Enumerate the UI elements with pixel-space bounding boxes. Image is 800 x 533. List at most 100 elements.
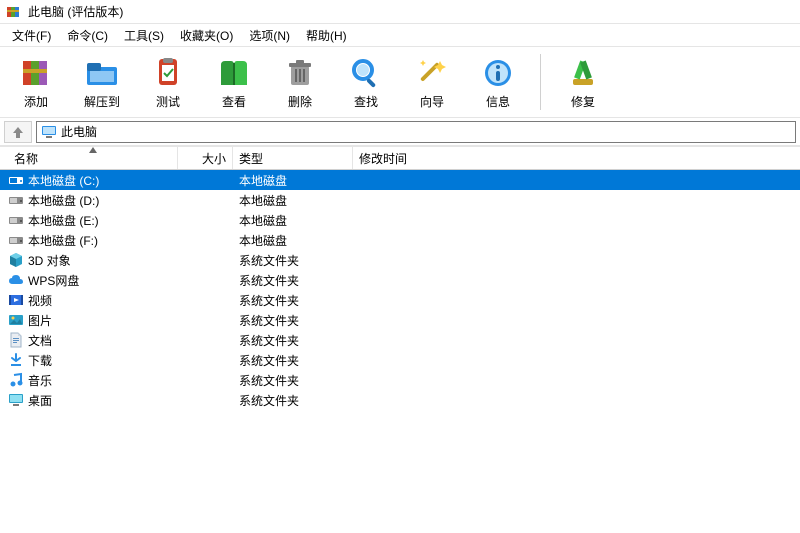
drive-icon — [8, 192, 24, 208]
winrar-app-icon — [6, 4, 22, 20]
col-size-header[interactable]: 大小 — [178, 147, 233, 169]
drive-blue-icon — [8, 172, 24, 188]
add-button[interactable]: 添加 — [12, 49, 60, 115]
list-item[interactable]: 本地磁盘 (C:) 本地磁盘 — [0, 170, 800, 190]
address-bar[interactable]: 此电脑 — [36, 121, 796, 143]
row-name: 文档 — [28, 332, 52, 349]
address-text: 此电脑 — [61, 123, 97, 140]
cloud-icon — [8, 272, 24, 288]
list-item[interactable]: 图片 系统文件夹 — [0, 310, 800, 330]
menu-options[interactable]: 选项(N) — [241, 25, 298, 46]
test-icon — [150, 55, 186, 91]
row-name: 本地磁盘 (D:) — [28, 192, 99, 209]
list-item[interactable]: 桌面 系统文件夹 — [0, 390, 800, 410]
row-name: 视频 — [28, 292, 52, 309]
list-item[interactable]: 视频系统文件夹 — [0, 290, 800, 310]
trash-icon — [282, 55, 318, 91]
col-type-label: 类型 — [239, 150, 263, 167]
up-button[interactable] — [4, 121, 32, 143]
row-type: 本地磁盘 — [233, 212, 353, 229]
wizard-label: 向导 — [420, 93, 444, 110]
row-type: 系统文件夹 — [233, 312, 353, 329]
music-icon — [8, 372, 24, 388]
list-item[interactable]: 本地磁盘 (E:) 本地磁盘 — [0, 210, 800, 230]
row-type: 系统文件夹 — [233, 372, 353, 389]
delete-button[interactable]: 删除 — [276, 49, 324, 115]
delete-label: 删除 — [288, 93, 312, 110]
extract-label: 解压到 — [84, 93, 120, 110]
info-icon — [480, 55, 516, 91]
view-label: 查看 — [222, 93, 246, 110]
list-item[interactable]: WPS网盘 系统文件夹 — [0, 270, 800, 290]
list-item[interactable]: 本地磁盘 (F:) 本地磁盘 — [0, 230, 800, 250]
row-type: 系统文件夹 — [233, 352, 353, 369]
repair-button[interactable]: 修复 — [559, 49, 607, 115]
menu-favorites[interactable]: 收藏夹(O) — [172, 25, 241, 46]
document-icon — [8, 332, 24, 348]
wizard-button[interactable]: 向导 — [408, 49, 456, 115]
extract-button[interactable]: 解压到 — [78, 49, 126, 115]
find-button[interactable]: 查找 — [342, 49, 390, 115]
menubar: 文件(F) 命令(C) 工具(S) 收藏夹(O) 选项(N) 帮助(H) — [0, 24, 800, 46]
row-name: 本地磁盘 (C:) — [28, 172, 99, 189]
info-label: 信息 — [486, 93, 510, 110]
navbar: 此电脑 — [0, 118, 800, 146]
menu-commands[interactable]: 命令(C) — [59, 25, 116, 46]
drive-icon — [8, 212, 24, 228]
window-title: 此电脑 (评估版本) — [28, 3, 123, 20]
row-name: WPS网盘 — [28, 272, 79, 289]
list-item[interactable]: 3D 对象系统文件夹 — [0, 250, 800, 270]
archive-add-icon — [18, 55, 54, 91]
info-button[interactable]: 信息 — [474, 49, 522, 115]
picture-icon — [8, 312, 24, 328]
row-type: 本地磁盘 — [233, 232, 353, 249]
wand-icon — [414, 55, 450, 91]
view-icon — [216, 55, 252, 91]
col-date-header[interactable]: 修改时间 — [353, 147, 792, 169]
arrow-up-icon — [11, 125, 25, 139]
row-type: 本地磁盘 — [233, 172, 353, 189]
row-name: 3D 对象 — [28, 252, 71, 269]
test-label: 测试 — [156, 93, 180, 110]
toolbar: 添加 解压到 测试 — [0, 46, 800, 118]
drive-icon — [8, 232, 24, 248]
row-name: 音乐 — [28, 372, 52, 389]
repair-label: 修复 — [571, 93, 595, 110]
row-type: 系统文件夹 — [233, 272, 353, 289]
winrar-window: 此电脑 (评估版本) 文件(F) 命令(C) 工具(S) 收藏夹(O) 选项(N… — [0, 0, 800, 533]
folder-extract-icon — [84, 55, 120, 91]
find-label: 查找 — [354, 93, 378, 110]
list-item[interactable]: 下载 系统文件夹 — [0, 350, 800, 370]
toolbar-separator — [540, 54, 541, 110]
repair-icon — [565, 55, 601, 91]
desktop-icon — [8, 392, 24, 408]
row-name: 桌面 — [28, 392, 52, 409]
this-pc-icon — [41, 124, 57, 140]
list-item[interactable]: 音乐 系统文件夹 — [0, 370, 800, 390]
list-item[interactable]: 本地磁盘 (D:) 本地磁盘 — [0, 190, 800, 210]
col-name-label: 名称 — [14, 150, 38, 167]
col-name-header[interactable]: 名称 — [8, 147, 178, 169]
menu-tools[interactable]: 工具(S) — [116, 25, 172, 46]
row-type: 本地磁盘 — [233, 192, 353, 209]
video-icon — [8, 292, 24, 308]
sort-asc-icon — [89, 147, 97, 153]
row-name: 本地磁盘 (F:) — [28, 232, 98, 249]
col-type-header[interactable]: 类型 — [233, 147, 353, 169]
row-name: 本地磁盘 (E:) — [28, 212, 99, 229]
column-headers: 名称 大小 类型 修改时间 — [0, 146, 800, 170]
add-label: 添加 — [24, 93, 48, 110]
file-list[interactable]: 本地磁盘 (C:)本地磁盘本地磁盘 (D:)本地磁盘本地磁盘 (E:)本地磁盘本… — [0, 170, 800, 533]
titlebar: 此电脑 (评估版本) — [0, 0, 800, 24]
test-button[interactable]: 测试 — [144, 49, 192, 115]
view-button[interactable]: 查看 — [210, 49, 258, 115]
list-item[interactable]: 文档 系统文件夹 — [0, 330, 800, 350]
row-type: 系统文件夹 — [233, 332, 353, 349]
row-name: 下载 — [28, 352, 52, 369]
menu-file[interactable]: 文件(F) — [4, 25, 59, 46]
col-date-label: 修改时间 — [359, 150, 407, 167]
row-type: 系统文件夹 — [233, 392, 353, 409]
box3d-icon — [8, 252, 24, 268]
row-name: 图片 — [28, 312, 52, 329]
menu-help[interactable]: 帮助(H) — [298, 25, 355, 46]
